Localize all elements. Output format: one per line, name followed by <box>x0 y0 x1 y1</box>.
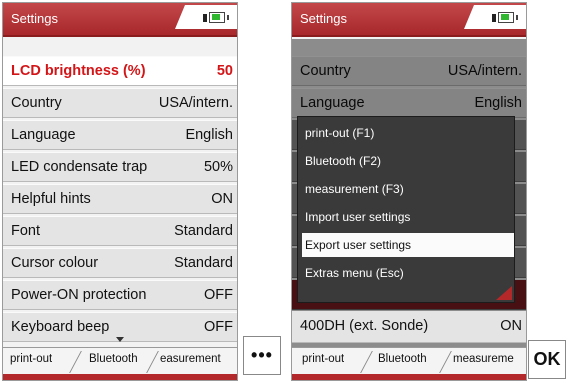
softkey-bar: print-out Bluetooth measureme <box>292 347 526 380</box>
softkey-print-out[interactable]: print-out <box>10 353 52 369</box>
setting-label: Power-ON protection <box>11 287 147 303</box>
settings-screen-right: Settings Country USA/intern. Language En… <box>291 2 527 381</box>
setting-row-lcd-brightness[interactable]: LCD brightness (%) 50 <box>3 56 237 86</box>
status-tab <box>464 5 526 29</box>
setting-value: ON <box>500 318 522 334</box>
setting-row-country[interactable]: Country USA/intern. <box>3 88 237 118</box>
bottom-strip <box>3 374 237 380</box>
setting-label: Font <box>11 223 41 239</box>
softkey-measurement[interactable]: easurement <box>160 353 237 369</box>
setting-value: ON <box>211 191 233 207</box>
setting-value: OFF <box>204 319 233 335</box>
setting-value: Standard <box>174 223 233 239</box>
setting-value: Standard <box>174 255 233 271</box>
setting-row-language[interactable]: Language English <box>3 120 237 150</box>
settings-list: LCD brightness (%) 50 Country USA/intern… <box>3 56 237 344</box>
softkey-bluetooth[interactable]: Bluetooth <box>378 353 427 369</box>
setting-label: Keyboard beep <box>11 319 110 335</box>
bottom-strip <box>292 374 526 380</box>
menu-item-extras-menu[interactable]: Extras menu (Esc) <box>302 261 514 285</box>
scroll-down-arrow-icon[interactable] <box>116 337 124 342</box>
title-bar: Settings <box>292 3 526 37</box>
battery-icon <box>492 12 518 23</box>
setting-label: LCD brightness (%) <box>11 63 146 79</box>
softkey-print-out[interactable]: print-out <box>302 353 344 369</box>
setting-value: English <box>185 127 233 143</box>
setting-value: OFF <box>204 287 233 303</box>
settings-screen-left: Settings LCD brightness (%) 50 Country U… <box>2 2 238 381</box>
ok-button[interactable]: OK <box>528 340 566 379</box>
setting-label: 400DH (ext. Sonde) <box>300 318 429 334</box>
setting-label: Helpful hints <box>11 191 91 207</box>
menu-item-bluetooth[interactable]: Bluetooth (F2) <box>302 149 514 173</box>
softkey-separator <box>69 351 91 373</box>
setting-row-helpful-hints[interactable]: Helpful hints ON <box>3 184 237 214</box>
context-menu: print-out (F1) Bluetooth (F2) measuremen… <box>297 116 515 303</box>
setting-label: Language <box>11 127 76 143</box>
setting-row-led-condensate-trap[interactable]: LED condensate trap 50% <box>3 152 237 182</box>
menu-item-export-user-settings[interactable]: Export user settings <box>302 233 514 257</box>
setting-value: 50 <box>216 63 233 79</box>
menu-item-print-out[interactable]: print-out (F1) <box>302 121 514 145</box>
softkey-bar: print-out Bluetooth easurement <box>3 347 237 380</box>
screen-title: Settings <box>300 11 347 26</box>
more-button[interactable]: ••• <box>243 336 281 375</box>
setting-row-font[interactable]: Font Standard <box>3 216 237 246</box>
setting-row-power-on-protection[interactable]: Power-ON protection OFF <box>3 280 237 310</box>
setting-label: Cursor colour <box>11 255 99 271</box>
setting-value: 50% <box>203 159 233 175</box>
title-bar: Settings <box>3 3 237 37</box>
screen-title: Settings <box>11 11 58 26</box>
softkey-measurement[interactable]: measureme <box>453 353 526 369</box>
status-tab <box>175 5 237 29</box>
setting-value: USA/intern. <box>158 95 233 111</box>
resize-corner-icon <box>496 286 512 300</box>
softkey-bluetooth[interactable]: Bluetooth <box>89 353 138 369</box>
setting-row-cursor-colour[interactable]: Cursor colour Standard <box>3 248 237 278</box>
setting-label: Country <box>11 95 62 111</box>
setting-row-400dh-ext-sonde[interactable]: 400DH (ext. Sonde) ON <box>292 311 526 343</box>
battery-icon <box>203 12 229 23</box>
setting-label: LED condensate trap <box>11 159 148 175</box>
menu-item-measurement[interactable]: measurement (F3) <box>302 177 514 201</box>
menu-item-import-user-settings[interactable]: Import user settings <box>302 205 514 229</box>
